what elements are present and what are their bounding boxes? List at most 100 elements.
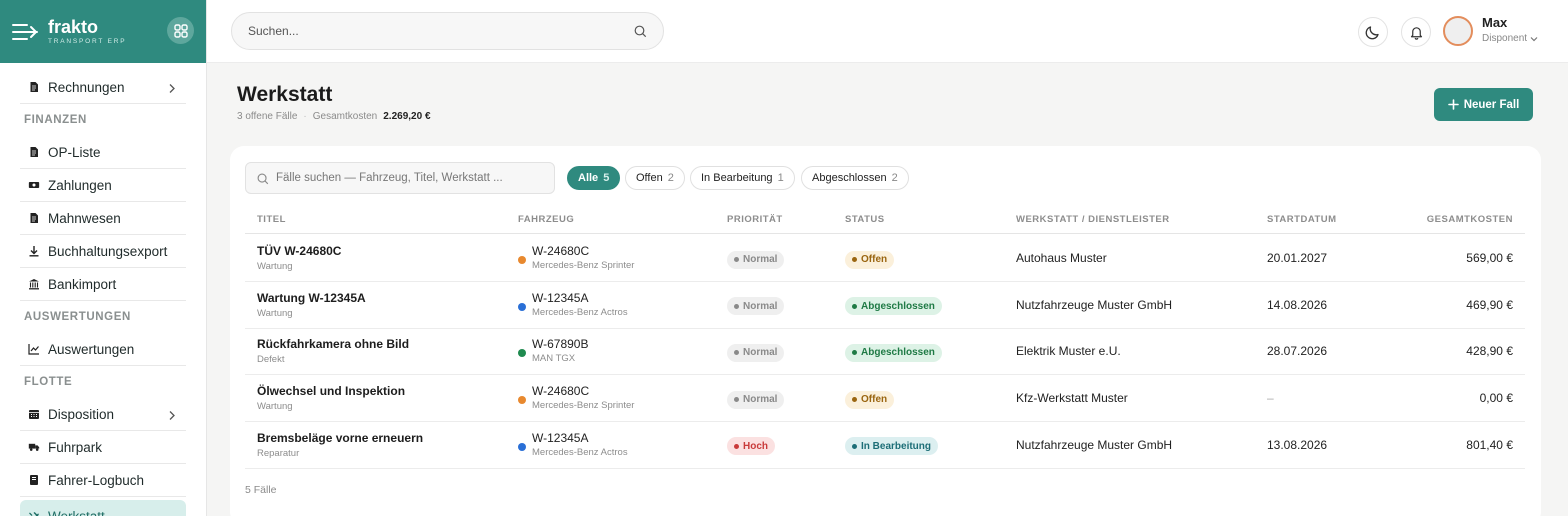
- col-start-date[interactable]: STARTDATUM: [1267, 214, 1337, 225]
- vehicle-plate[interactable]: W-12345A: [532, 431, 628, 445]
- table-row[interactable]: Bremsbeläge vorne erneuern Reparatur W-123…: [245, 422, 1525, 469]
- status-cell: Abgeschlossen: [845, 342, 942, 362]
- sidebar-item-werkstatt[interactable]: Werkstatt: [20, 500, 186, 516]
- apps-button[interactable]: [167, 17, 194, 44]
- filter-chip-alle[interactable]: Alle 5: [567, 166, 621, 190]
- table-row[interactable]: TÜV W-24680C Wartung W-24680C Mercedes-Benz…: [245, 235, 1525, 282]
- status-badge: Offen: [845, 250, 895, 269]
- sidebar-item-fahrer-logbuch[interactable]: Fahrer-Logbuch: [20, 464, 186, 497]
- col-status[interactable]: STATUS: [845, 214, 885, 225]
- vehicle-color-dot: [518, 396, 526, 405]
- filter-chip-offen[interactable]: Offen 2: [625, 166, 685, 190]
- sidebar-nav: Rechnungen FINANZEN OP-Liste Zahlungen Mahnw…: [0, 63, 206, 516]
- filter-chip-label: Offen: [636, 172, 663, 184]
- filter-chip-count: 2: [667, 172, 674, 184]
- status-cell: In Bearbeitung: [845, 436, 939, 456]
- cases-card: Fälle suchen — Fahrzeug, Titel, Werkstat…: [230, 146, 1541, 516]
- search-icon: [634, 25, 647, 38]
- status-dot: [852, 350, 857, 356]
- col-workshop[interactable]: WERKSTATT / DIENSTLEISTER: [1016, 214, 1170, 225]
- status-dot: [852, 257, 857, 262]
- start-date-cell: 14.08.2026: [1267, 297, 1328, 312]
- page-title: Werkstatt: [237, 83, 333, 106]
- table-row[interactable]: Rückfahrkamera ohne Bild Defekt W-67890B MA…: [245, 328, 1525, 376]
- vehicle-plate[interactable]: W-24680C: [532, 244, 634, 258]
- case-title[interactable]: TÜV W-24680C: [257, 244, 341, 258]
- case-title[interactable]: Wartung W-12345A: [257, 291, 366, 305]
- menu-icon[interactable]: [12, 22, 38, 42]
- case-title-cell: Rückfahrkamera ohne Bild Defekt: [257, 337, 409, 365]
- filter-chip-abgeschlossen[interactable]: Abgeschlossen 2: [801, 166, 909, 190]
- total-cost-cell: 469,90 €: [1466, 297, 1513, 312]
- global-search-input[interactable]: Suchen...: [231, 12, 664, 50]
- logo[interactable]: frakto TRANSPORT ERP: [48, 18, 126, 45]
- grid-icon: [173, 23, 188, 38]
- case-title[interactable]: Ölwechsel und Inspektion: [257, 384, 405, 398]
- logo-name: frakto: [48, 17, 99, 37]
- col-total-cost[interactable]: GESAMTKOSTEN: [1427, 214, 1513, 225]
- vehicle-color-dot: [518, 302, 526, 311]
- sidebar-item-op-liste[interactable]: OP-Liste: [20, 136, 186, 169]
- vehicle-plate[interactable]: W-24680C: [532, 384, 634, 398]
- start-date-cell: –: [1267, 391, 1274, 406]
- case-title[interactable]: Rückfahrkamera ohne Bild: [257, 337, 409, 351]
- sidebar-section-auswertungen: AUSWERTUNGEN: [24, 311, 131, 323]
- case-search-placeholder: Fälle suchen — Fahrzeug, Titel, Werkstat…: [276, 172, 503, 184]
- case-title[interactable]: Bremsbeläge vorne erneuern: [257, 431, 423, 445]
- sidebar-item-rechnungen[interactable]: Rechnungen: [20, 71, 186, 104]
- status-cell: Offen: [845, 249, 895, 269]
- start-date-cell: 28.07.2026: [1267, 344, 1328, 359]
- submenu-toggle[interactable]: [168, 82, 176, 97]
- moon-icon: [1365, 26, 1379, 40]
- table-header: TITEL FAHRZEUG PRIORITÄT STATUS WERKSTAT…: [245, 208, 1525, 234]
- case-search-input[interactable]: Fälle suchen — Fahrzeug, Titel, Werkstat…: [245, 162, 555, 194]
- total-cost-cell: 428,90 €: [1466, 344, 1513, 359]
- global-search-placeholder: Suchen...: [248, 24, 299, 38]
- filter-chip-in-bearbeitung[interactable]: In Bearbeitung 1: [690, 166, 795, 190]
- col-title[interactable]: TITEL: [257, 214, 286, 225]
- sidebar-item-label: Disposition: [48, 406, 115, 422]
- avatar[interactable]: [1443, 16, 1473, 46]
- theme-toggle-button[interactable]: [1358, 17, 1388, 47]
- priority-dot: [734, 443, 739, 449]
- user-name[interactable]: Max: [1482, 15, 1507, 30]
- col-vehicle[interactable]: FAHRZEUG: [518, 214, 574, 225]
- sidebar-item-mahnwesen[interactable]: Mahnwesen: [20, 202, 186, 235]
- sidebar-item-fuhrpark[interactable]: Fuhrpark: [20, 431, 186, 464]
- sidebar-item-label: Buchhaltungsexport: [48, 243, 168, 259]
- case-type: Defekt: [257, 354, 285, 366]
- cash-icon: [28, 179, 40, 191]
- sidebar-item-label: Fuhrpark: [48, 439, 103, 455]
- user-role-label: Disponent: [1482, 33, 1528, 44]
- priority-label: Normal: [743, 254, 778, 265]
- user-role[interactable]: Disponent: [1482, 33, 1539, 44]
- sidebar-item-auswertungen[interactable]: Auswertungen: [20, 333, 186, 366]
- case-title-cell: Ölwechsel und Inspektion Wartung: [257, 384, 405, 412]
- priority-cell: Normal: [727, 342, 785, 362]
- document-icon: [28, 81, 40, 93]
- status-cell: Abgeschlossen: [845, 296, 942, 316]
- notifications-button[interactable]: [1401, 17, 1431, 47]
- table-row[interactable]: Wartung W-12345A Wartung W-12345A Mercedes-…: [245, 282, 1525, 329]
- status-cell: Offen: [845, 389, 895, 409]
- sidebar-item-disposition[interactable]: Disposition: [20, 398, 186, 431]
- filter-chip-label: Abgeschlossen: [812, 172, 887, 184]
- vehicle-cell: W-24680C Mercedes-Benz Sprinter: [532, 384, 634, 411]
- submenu-toggle[interactable]: [168, 409, 176, 424]
- sidebar-item-zahlungen[interactable]: Zahlungen: [20, 169, 186, 202]
- sidebar-item-label: Rechnungen: [48, 79, 125, 95]
- priority-label: Hoch: [743, 440, 768, 452]
- status-badge: In Bearbeitung: [845, 437, 939, 456]
- sidebar-item-buchhaltungsexport[interactable]: Buchhaltungsexport: [20, 235, 186, 268]
- chevron-down-icon: [1530, 36, 1538, 41]
- vehicle-plate[interactable]: W-67890B: [532, 337, 588, 351]
- sidebar-section-finanzen: FINANZEN: [24, 114, 87, 126]
- table-row[interactable]: Ölwechsel und Inspektion Wartung W-24680C M…: [245, 375, 1525, 423]
- status-label: Abgeschlossen: [861, 300, 935, 312]
- vehicle-plate[interactable]: W-12345A: [532, 291, 628, 305]
- brand-bar: frakto TRANSPORT ERP: [0, 0, 206, 63]
- col-priority[interactable]: PRIORITÄT: [727, 214, 783, 225]
- sidebar-item-bankimport[interactable]: Bankimport: [20, 268, 186, 301]
- document-icon: [28, 212, 40, 224]
- new-case-button[interactable]: Neuer Fall: [1434, 88, 1533, 121]
